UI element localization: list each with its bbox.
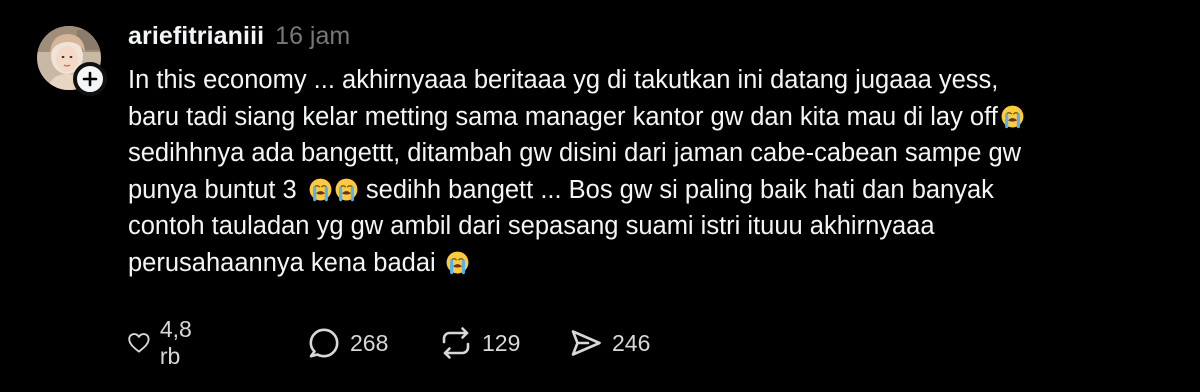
post-text: In this economy ... akhirnyaaa beritaaa … [128, 66, 999, 94]
post-text-line: contoh tauladan yg gw ambil dari sepasan… [128, 208, 1188, 245]
crying-emoji-icon [334, 177, 359, 202]
crying-emoji-icon [445, 250, 470, 275]
post-text-line: In this economy ... akhirnyaaa beritaaa … [128, 62, 1188, 99]
post-text-line: sedihhnya ada bangettt, ditambah gw disi… [128, 135, 1188, 172]
thread-post: ariefitrianiii 16 jam In this economy ..… [0, 0, 1200, 392]
reply-count: 268 [350, 329, 389, 356]
post-text: baru tadi siang kelar metting sama manag… [128, 102, 998, 131]
post-text: perusahaannya kena badai [128, 248, 436, 277]
share-count: 246 [612, 329, 651, 356]
avatar-container[interactable] [37, 26, 107, 96]
post-text: sedihhnya ada bangettt, ditambah gw disi… [128, 139, 1022, 168]
repost-icon [442, 327, 470, 359]
repost-button[interactable]: 129 [438, 325, 520, 361]
follow-button[interactable] [73, 62, 107, 96]
heart-icon [128, 333, 150, 353]
post-body: In this economy ... akhirnyaaa beritaaa … [128, 62, 1188, 282]
post-timestamp[interactable]: 16 jam [275, 22, 350, 51]
post-text-line: punya buntut 3 sedihh bangett ... Bos gw… [128, 172, 1188, 209]
post-text-line: perusahaannya kena badai [128, 245, 1188, 282]
plus-icon [82, 71, 98, 87]
username-link[interactable]: ariefitrianiii [128, 22, 264, 51]
post-text: sedihh bangett ... Bos gw si paling baik… [365, 175, 994, 204]
like-count: 4,8 rb [159, 316, 192, 369]
send-icon [571, 330, 601, 356]
repost-count: 129 [482, 329, 521, 356]
share-button[interactable]: 246 [568, 325, 650, 361]
comment-icon [309, 328, 339, 358]
post-text: contoh tauladan yg gw ambil dari sepasan… [128, 212, 935, 241]
post-text: punya buntut 3 [128, 175, 297, 204]
crying-emoji-icon [1000, 104, 1025, 129]
post-text-line: baru tadi siang kelar metting sama manag… [128, 99, 1188, 136]
like-button[interactable]: 4,8 rb [126, 316, 202, 369]
post-header: ariefitrianiii 16 jam [128, 22, 350, 51]
crying-emoji-icon [308, 177, 333, 202]
reply-button[interactable]: 268 [306, 325, 388, 361]
